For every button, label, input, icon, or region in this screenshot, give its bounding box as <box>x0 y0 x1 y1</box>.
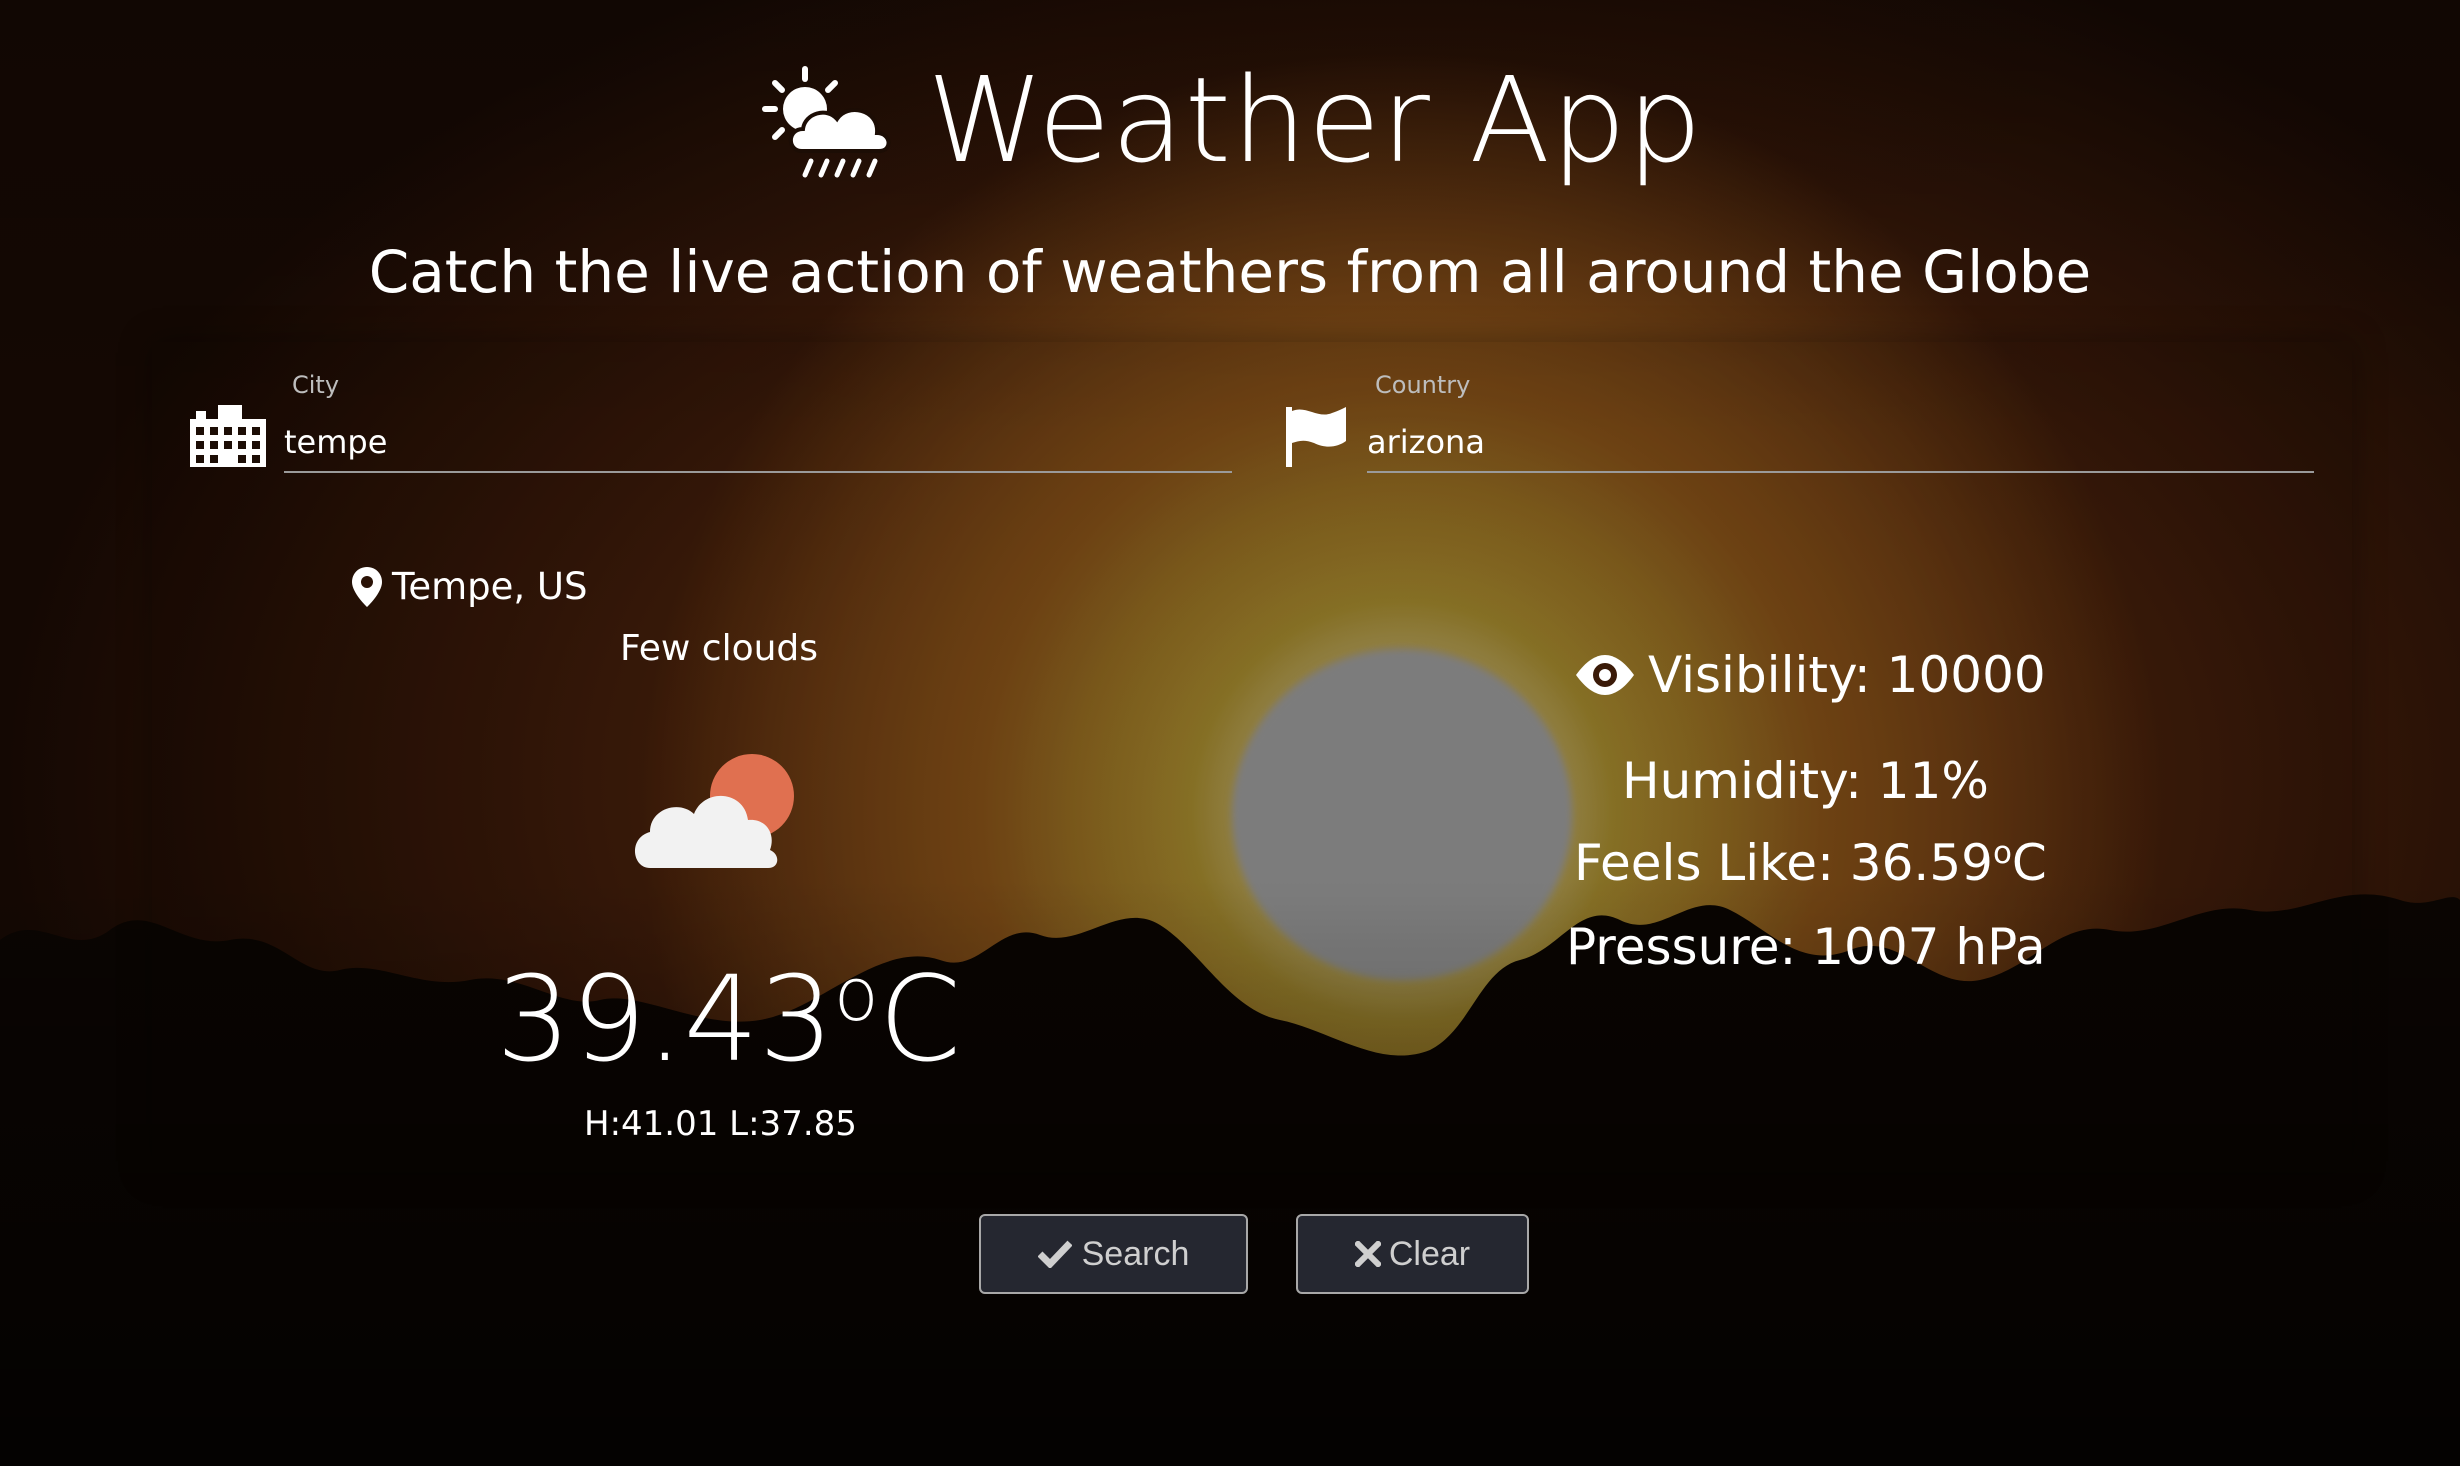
temperature: 39.43oC <box>496 950 961 1088</box>
city-field: City <box>190 365 1232 485</box>
visibility-stat: Visibility: 10000 <box>1576 646 2046 704</box>
location: Tempe, US <box>352 565 587 608</box>
feels-like-unit: C <box>2011 834 2047 892</box>
temperature-value: 39.43 <box>496 950 834 1088</box>
high-low: H:41.01 L:37.85 <box>584 1104 857 1144</box>
eye-icon <box>1576 655 1634 695</box>
weather-condition: Few clouds <box>620 628 819 669</box>
flag-icon <box>1286 407 1346 467</box>
humidity-stat: Humidity: 11% <box>1622 752 1989 810</box>
feels-like-text: Feels Like: 36.59 <box>1574 834 1993 892</box>
search-button-label: Search <box>1081 1234 1190 1273</box>
city-buildings-icon <box>190 405 266 467</box>
app-title: Weather App <box>927 51 1703 189</box>
country-label: Country <box>1375 371 1471 399</box>
clear-button[interactable]: Clear <box>1296 1214 1529 1294</box>
pressure-stat: Pressure: 1007 hPa <box>1566 918 2046 976</box>
country-field: Country <box>1280 365 2314 485</box>
feels-like-degree: o <box>1992 834 2012 871</box>
country-input[interactable] <box>1367 413 2314 473</box>
feels-like-stat: Feels Like: 36.59oC <box>1574 834 2047 892</box>
clear-button-label: Clear <box>1388 1234 1471 1273</box>
temperature-degree: o <box>833 952 879 1038</box>
search-button[interactable]: Search <box>979 1214 1248 1294</box>
location-text: Tempe, US <box>392 565 588 608</box>
city-input[interactable] <box>284 413 1232 473</box>
city-label: City <box>292 371 340 399</box>
close-icon <box>1354 1241 1381 1267</box>
map-pin-icon <box>352 566 382 607</box>
temperature-unit: C <box>878 950 961 1088</box>
visibility-text: Visibility: 10000 <box>1648 646 2046 704</box>
app-subtitle: Catch the live action of weathers from a… <box>368 238 2092 306</box>
few-clouds-icon <box>634 754 794 868</box>
check-icon <box>1037 1240 1072 1268</box>
app-header: Weather App <box>0 50 2460 190</box>
sun-cloud-rain-icon <box>762 65 891 177</box>
